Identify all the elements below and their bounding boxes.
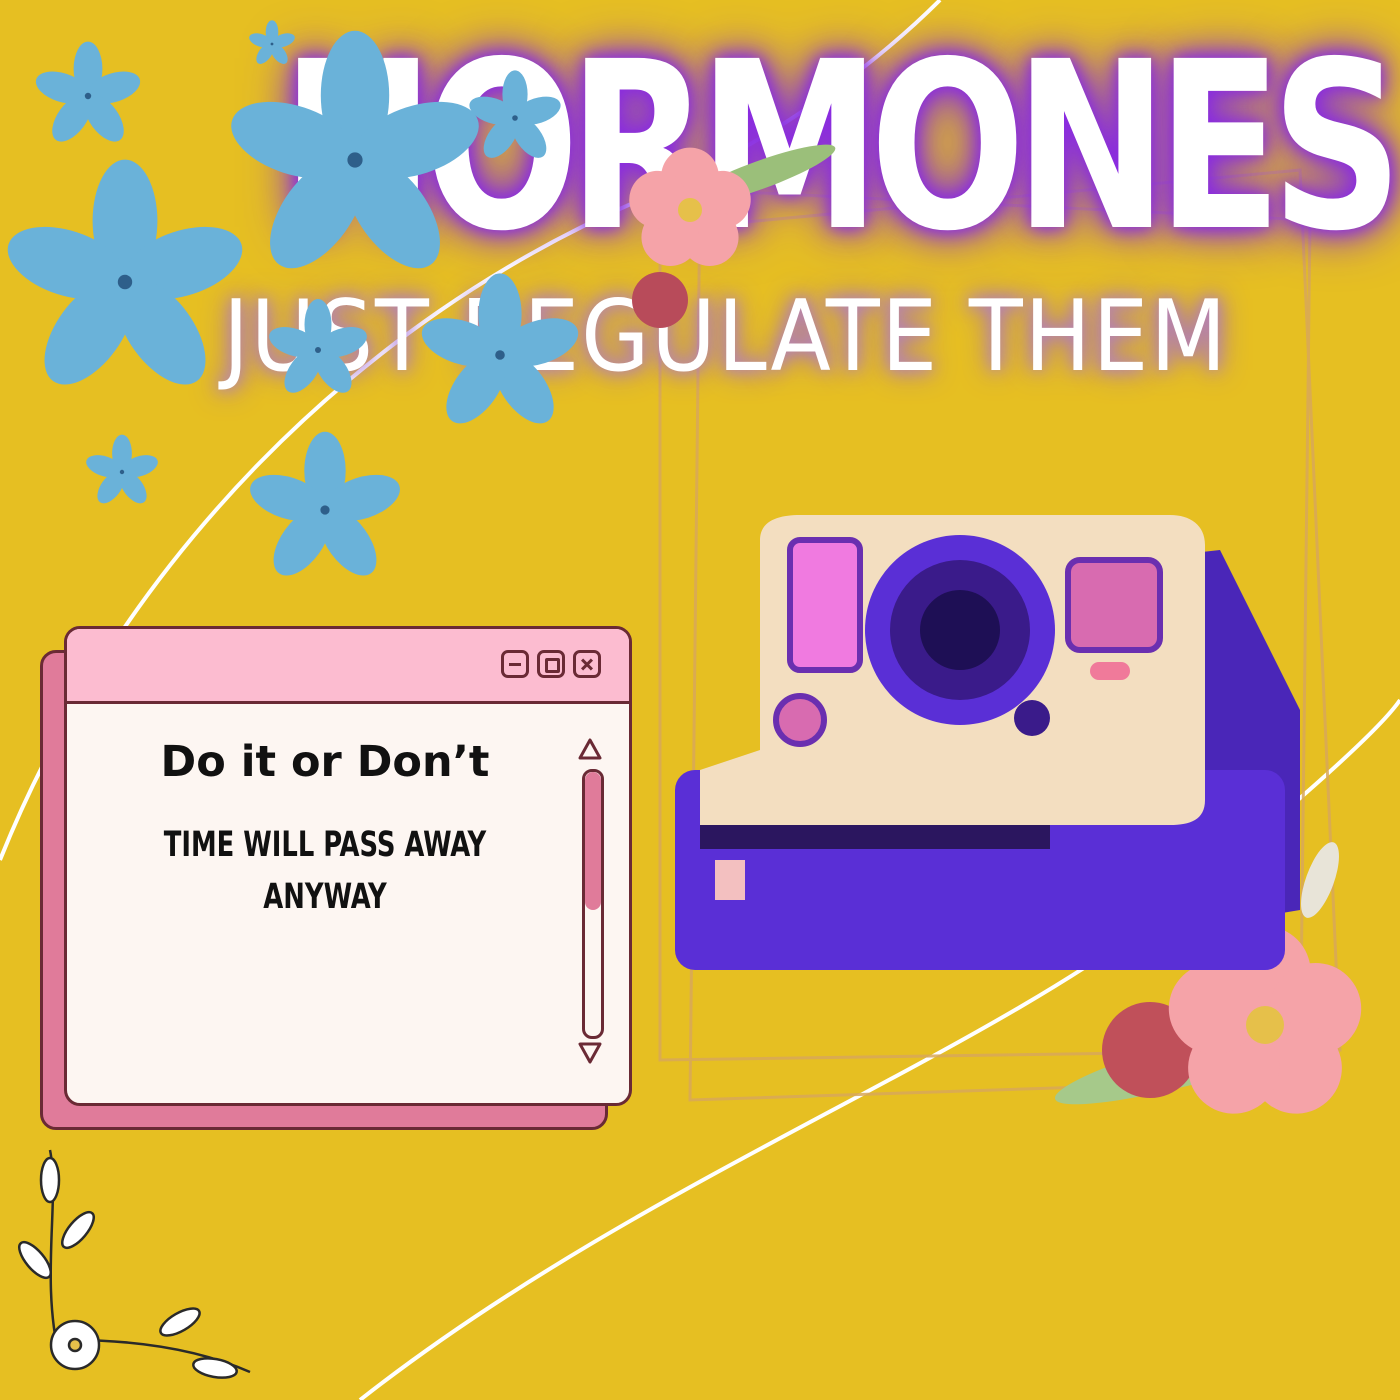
- white-flower-sprig-icon: [18, 1149, 251, 1379]
- scrollbar-thumb[interactable]: [585, 772, 601, 910]
- blue-flower-icon: [244, 431, 406, 586]
- blue-flower-icon: [221, 30, 489, 285]
- maximize-icon[interactable]: [537, 650, 565, 678]
- scroll-up-arrow-icon[interactable]: [577, 737, 603, 761]
- window-body-text: Time will pass away anyway: [163, 825, 487, 917]
- poster: HORMONES JUST REGULATE THEM Do it or Don…: [0, 0, 1400, 1400]
- blue-flower-icon: [0, 159, 252, 401]
- blue-flower-icon: [415, 273, 585, 434]
- pink-flower-icon: [621, 144, 836, 328]
- message-window: Do it or Don’t Time will pass away anywa…: [64, 626, 632, 1106]
- blue-flower-icon: [465, 70, 565, 164]
- blue-flower-icon: [265, 299, 371, 400]
- window-titlebar[interactable]: [67, 629, 629, 704]
- blue-flower-icon: [83, 434, 161, 509]
- blue-flower-icon: [247, 20, 297, 67]
- scrollbar-track[interactable]: [582, 769, 604, 1039]
- close-icon[interactable]: [573, 650, 601, 678]
- window-heading: Do it or Don’t: [160, 737, 490, 787]
- scroll-down-arrow-icon[interactable]: [577, 1041, 603, 1065]
- minimize-icon[interactable]: [501, 650, 529, 678]
- blue-flower-icon: [31, 41, 145, 149]
- camera-icon: [675, 515, 1300, 970]
